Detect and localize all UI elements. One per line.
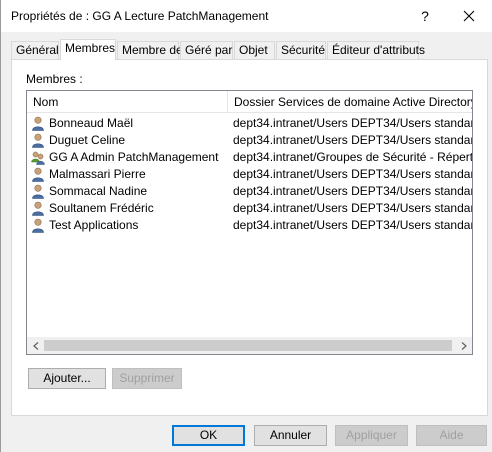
member-folder: dept34.intranet/Users DEPT34/Users stand… bbox=[233, 218, 472, 232]
member-folder: dept34.intranet/Groupes de Sécurité - Ré… bbox=[233, 150, 472, 164]
apply-button[interactable]: Appliquer bbox=[335, 425, 408, 446]
member-name: GG A Admin PatchManagement bbox=[49, 150, 219, 164]
member-name: Bonneaud Maël bbox=[49, 116, 134, 130]
cancel-button[interactable]: Annuler bbox=[254, 425, 327, 446]
user-icon bbox=[32, 218, 44, 233]
members-list[interactable]: Nom Dossier Services de domaine Active D… bbox=[26, 90, 473, 355]
members-label: Membres : bbox=[26, 72, 83, 86]
member-name: Soultanem Frédéric bbox=[49, 201, 154, 215]
chevron-left-icon bbox=[32, 341, 38, 350]
members-tab-panel: Membres : Nom Dossier Services de domain… bbox=[11, 59, 488, 416]
tab-attribute-editor[interactable]: Éditeur d'attributs bbox=[327, 41, 425, 59]
member-folder: dept34.intranet/Users DEPT34/Users stand… bbox=[233, 201, 472, 215]
member-folder: dept34.intranet/Users DEPT34/Users stand… bbox=[233, 167, 472, 181]
properties-dialog: Propriétés de : GG A Lecture PatchManage… bbox=[0, 0, 492, 452]
help-dialog-button[interactable]: Aide bbox=[416, 425, 487, 446]
table-row[interactable]: Malmassari Pierre dept34.intranet/Users … bbox=[27, 166, 472, 183]
close-button[interactable] bbox=[447, 0, 491, 32]
column-header-folder[interactable]: Dossier Services de domaine Active Direc… bbox=[228, 91, 472, 113]
group-icon bbox=[31, 151, 45, 165]
help-button[interactable]: ? bbox=[403, 0, 447, 32]
table-row[interactable]: Bonneaud Maël dept34.intranet/Users DEPT… bbox=[27, 115, 472, 132]
window-title: Propriétés de : GG A Lecture PatchManage… bbox=[11, 9, 269, 23]
member-name: Malmassari Pierre bbox=[49, 167, 146, 181]
add-button[interactable]: Ajouter... bbox=[28, 368, 106, 389]
tab-object[interactable]: Objet bbox=[234, 41, 275, 59]
user-icon bbox=[32, 116, 44, 131]
help-icon: ? bbox=[421, 8, 429, 24]
list-header: Nom Dossier Services de domaine Active D… bbox=[27, 91, 472, 113]
member-folder: dept34.intranet/Users DEPT34/Users stand… bbox=[233, 133, 472, 147]
tab-member-of[interactable]: Membre de bbox=[117, 41, 183, 59]
list-rows: Bonneaud Maël dept34.intranet/Users DEPT… bbox=[27, 115, 472, 234]
remove-button[interactable]: Supprimer bbox=[112, 368, 182, 389]
member-name: Test Applications bbox=[49, 218, 139, 232]
user-icon bbox=[32, 184, 44, 199]
tab-security[interactable]: Sécurité bbox=[276, 41, 326, 59]
scroll-right-button[interactable] bbox=[455, 337, 472, 354]
chevron-right-icon bbox=[461, 341, 467, 350]
title-bar: Propriétés de : GG A Lecture PatchManage… bbox=[1, 0, 492, 32]
column-header-name[interactable]: Nom bbox=[27, 91, 228, 113]
member-folder: dept34.intranet/Users DEPT34/Users stand… bbox=[233, 184, 472, 198]
member-name: Duguet Celine bbox=[49, 133, 126, 147]
tab-members[interactable]: Membres bbox=[60, 39, 116, 60]
table-row[interactable]: Test Applications dept34.intranet/Users … bbox=[27, 217, 472, 234]
member-folder: dept34.intranet/Users DEPT34/Users stand… bbox=[233, 116, 472, 130]
tab-strip: Général Membres Membre de Géré par Objet… bbox=[11, 39, 487, 60]
close-icon bbox=[463, 10, 475, 22]
member-name: Sommacal Nadine bbox=[49, 184, 148, 198]
ok-button[interactable]: OK bbox=[172, 425, 245, 446]
table-row[interactable]: Sommacal Nadine dept34.intranet/Users DE… bbox=[27, 183, 472, 200]
tab-general[interactable]: Général bbox=[11, 41, 59, 59]
table-row[interactable]: Duguet Celine dept34.intranet/Users DEPT… bbox=[27, 132, 472, 149]
table-row[interactable]: GG A Admin PatchManagement dept34.intran… bbox=[27, 149, 472, 166]
user-icon bbox=[32, 133, 44, 148]
table-row[interactable]: Soultanem Frédéric dept34.intranet/Users… bbox=[27, 200, 472, 217]
user-icon bbox=[32, 201, 44, 216]
horizontal-scrollbar[interactable] bbox=[27, 337, 472, 354]
tab-managed-by[interactable]: Géré par bbox=[180, 41, 233, 59]
scroll-left-button[interactable] bbox=[27, 337, 44, 354]
scrollbar-thumb[interactable] bbox=[44, 340, 452, 351]
user-icon bbox=[32, 167, 44, 182]
